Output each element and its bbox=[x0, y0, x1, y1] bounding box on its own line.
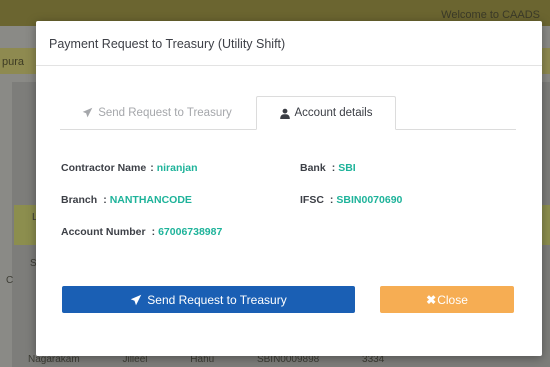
branch-label: Branch bbox=[61, 194, 98, 206]
close-button-label: Close bbox=[437, 292, 468, 307]
send-request-button-label: Send Request to Treasury bbox=[147, 292, 287, 307]
tab-account-details-label: Account details bbox=[294, 107, 373, 119]
bank-value: SBI bbox=[338, 162, 356, 174]
account-number-value: 67006738987 bbox=[158, 226, 223, 238]
background-letter: C bbox=[6, 275, 14, 286]
ifsc-field: IFSC: SBIN0070690 bbox=[300, 194, 403, 206]
tab-send-request[interactable]: Send Request to Treasury bbox=[60, 96, 254, 129]
contractor-name-field: Contractor Name: niranjan bbox=[61, 162, 198, 174]
account-number-field: Account Number:67006738987 bbox=[61, 226, 223, 238]
send-request-button[interactable]: Send Request to Treasury bbox=[62, 286, 355, 313]
bank-label: Bank bbox=[300, 162, 326, 174]
close-button[interactable]: ✖ Close bbox=[380, 286, 514, 313]
bank-field: Bank: SBI bbox=[300, 162, 356, 174]
close-icon: ✖ bbox=[426, 292, 437, 307]
contractor-name-value: niranjan bbox=[156, 162, 198, 174]
paper-plane-icon bbox=[131, 294, 142, 305]
ifsc-value: SBIN0070690 bbox=[336, 194, 403, 206]
contractor-name-label: Contractor Name bbox=[61, 162, 147, 174]
modal-tabs: Send Request to Treasury Account details bbox=[60, 96, 516, 130]
branch-field: Branch: NANTHANCODE bbox=[61, 194, 192, 206]
background-welcome-text: Welcome to CAADS bbox=[441, 9, 540, 21]
branch-value: NANTHANCODE bbox=[109, 194, 192, 206]
modal-title: Payment Request to Treasury (Utility Shi… bbox=[49, 37, 286, 51]
user-icon bbox=[279, 108, 290, 119]
ifsc-label: IFSC bbox=[300, 194, 324, 206]
tab-send-request-label: Send Request to Treasury bbox=[98, 106, 232, 119]
tab-account-details[interactable]: Account details bbox=[256, 96, 396, 130]
background-band-text: pura bbox=[2, 56, 25, 68]
account-number-label: Account Number bbox=[61, 226, 146, 238]
paper-plane-icon bbox=[82, 107, 93, 118]
modal-header-divider bbox=[36, 65, 542, 66]
payment-request-modal: Payment Request to Treasury (Utility Shi… bbox=[36, 21, 542, 356]
